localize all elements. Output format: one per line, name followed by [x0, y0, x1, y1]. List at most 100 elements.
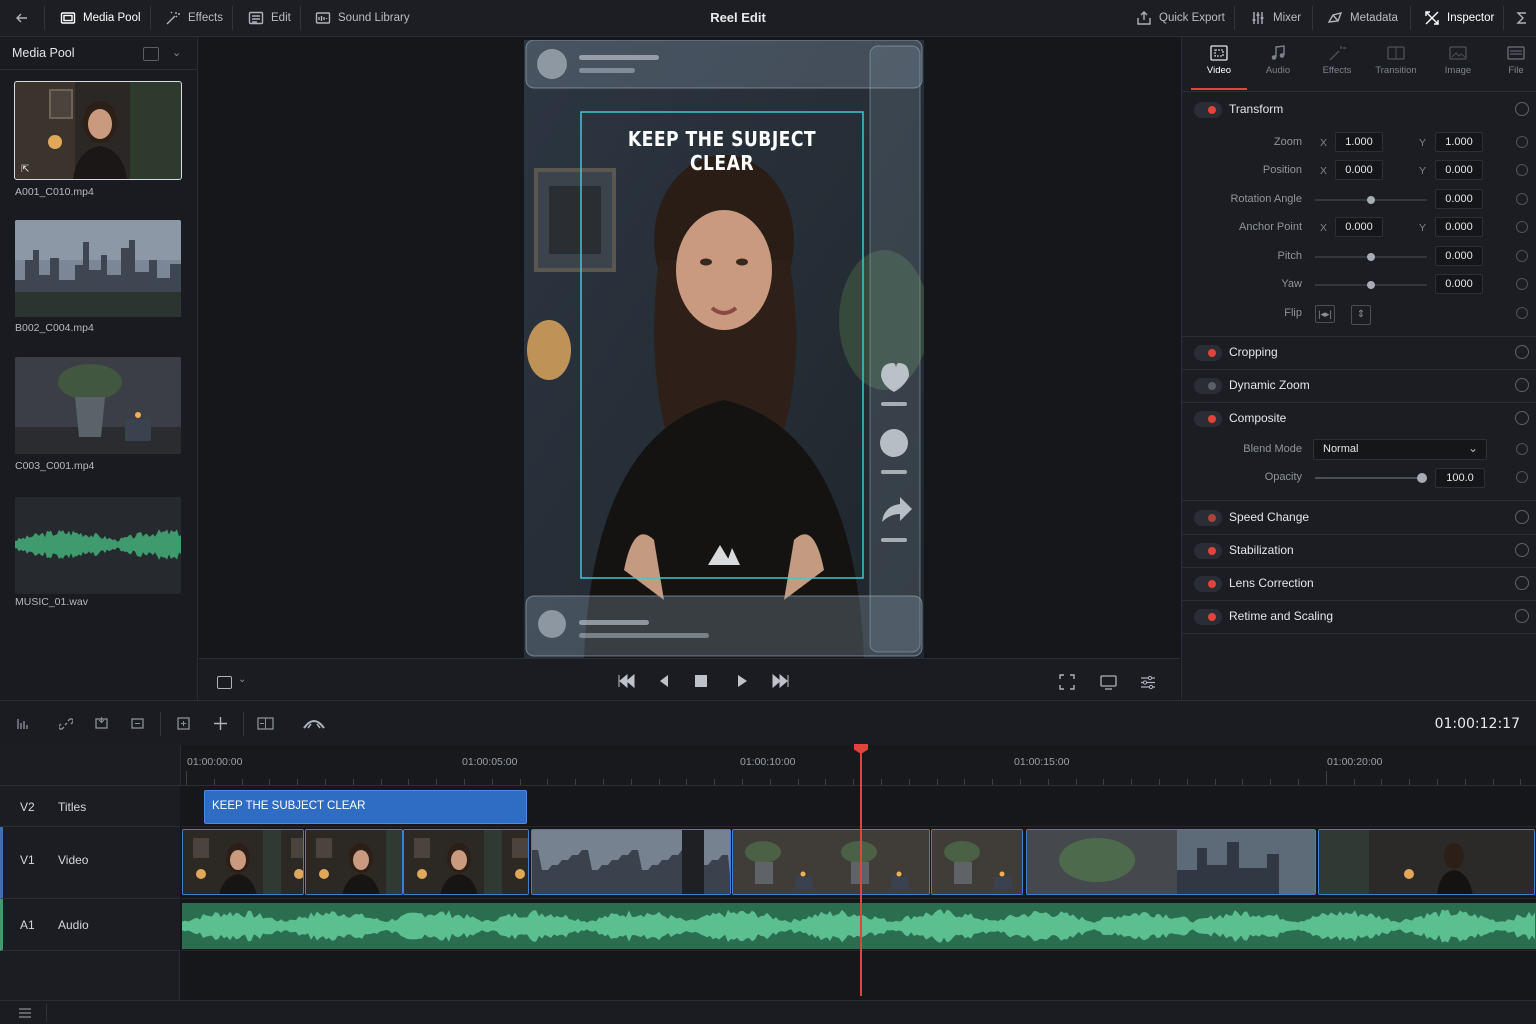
- reset-icon[interactable]: [1516, 193, 1528, 205]
- titles-lane[interactable]: KEEP THE SUBJECT CLEAR: [181, 786, 1536, 827]
- reset-icon[interactable]: [1516, 164, 1528, 176]
- stabilization-section[interactable]: Stabilization: [1182, 535, 1536, 568]
- tab-image[interactable]: Image: [1430, 45, 1486, 76]
- media-pool-button[interactable]: Media Pool: [60, 0, 141, 36]
- slider-knob[interactable]: [1417, 473, 1427, 483]
- reset-icon[interactable]: [1516, 250, 1528, 262]
- lens-correction-section[interactable]: Lens Correction: [1182, 568, 1536, 601]
- tab-transition[interactable]: Transition: [1368, 45, 1424, 76]
- sound-library-button[interactable]: Sound Library: [315, 0, 410, 36]
- video-clip[interactable]: [305, 829, 403, 895]
- stop-icon[interactable]: [694, 674, 708, 688]
- video-clip[interactable]: [403, 829, 529, 895]
- audio-clip-waveform[interactable]: [182, 903, 1536, 949]
- title-clip[interactable]: KEEP THE SUBJECT CLEAR: [204, 790, 527, 824]
- reset-icon[interactable]: [1516, 307, 1528, 319]
- speed-change-section[interactable]: Speed Change: [1182, 502, 1536, 535]
- tab-audio[interactable]: Audio: [1250, 45, 1306, 76]
- media-item-thumbnail[interactable]: [15, 220, 181, 317]
- snapping-icon[interactable]: [302, 716, 326, 731]
- reset-icon[interactable]: [1515, 378, 1529, 392]
- media-item-thumbnail[interactable]: ⇱: [14, 81, 182, 180]
- reset-icon[interactable]: [1516, 471, 1528, 483]
- edit-button[interactable]: Edit: [248, 0, 291, 36]
- flip-vertical-icon[interactable]: ⇕: [1351, 305, 1371, 325]
- tab-effects[interactable]: Effects: [1309, 45, 1365, 76]
- track-height-icon[interactable]: [16, 717, 30, 731]
- video-clip[interactable]: [531, 829, 731, 895]
- opacity-field[interactable]: 100.0: [1435, 468, 1485, 488]
- chevron-down-icon[interactable]: ⌄: [238, 674, 246, 685]
- zoom-x-field[interactable]: 1.000: [1335, 132, 1383, 152]
- insert-clip-icon[interactable]: [94, 716, 109, 731]
- view-options-icon[interactable]: [217, 676, 232, 689]
- track-header-v2[interactable]: V2 Titles: [0, 786, 180, 827]
- reset-icon[interactable]: [1515, 102, 1529, 116]
- settings-sliders-icon[interactable]: [1140, 675, 1156, 690]
- mixer-button[interactable]: Mixer: [1250, 0, 1301, 36]
- audio-lane[interactable]: [181, 899, 1536, 951]
- media-item-thumbnail[interactable]: [15, 357, 181, 454]
- reset-icon[interactable]: [1515, 609, 1529, 623]
- track-header-v1[interactable]: V1 Video: [0, 827, 180, 899]
- tab-file[interactable]: File: [1488, 45, 1536, 76]
- play-icon[interactable]: [735, 674, 749, 688]
- dynamic-zoom-section[interactable]: Dynamic Zoom: [1182, 370, 1536, 403]
- overwrite-clip-icon[interactable]: [130, 716, 145, 731]
- slider-knob[interactable]: [1367, 253, 1375, 261]
- link-icon[interactable]: [59, 717, 73, 731]
- anchor-x-field[interactable]: 0.000: [1335, 217, 1383, 237]
- fullscreen-icon[interactable]: [1059, 674, 1075, 690]
- step-back-icon[interactable]: [657, 674, 671, 688]
- transform-section-header[interactable]: Transform: [1182, 94, 1536, 127]
- quick-export-button[interactable]: Quick Export: [1136, 0, 1225, 36]
- reset-icon[interactable]: [1515, 543, 1529, 557]
- reset-icon[interactable]: [1516, 221, 1528, 233]
- reset-icon[interactable]: [1516, 443, 1528, 455]
- reset-icon[interactable]: [1515, 576, 1529, 590]
- list-icon[interactable]: [18, 1007, 32, 1019]
- blend-mode-select[interactable]: Normal ⌄: [1313, 439, 1487, 460]
- split-view-icon[interactable]: [257, 716, 274, 731]
- playhead[interactable]: [854, 744, 868, 996]
- tab-video[interactable]: Video: [1191, 45, 1247, 76]
- inspector-button[interactable]: Inspector: [1424, 0, 1494, 36]
- opacity-slider[interactable]: [1315, 473, 1427, 483]
- go-to-end-icon[interactable]: [770, 674, 790, 688]
- chevron-down-icon[interactable]: ⌄: [172, 46, 181, 59]
- rotation-slider[interactable]: [1315, 196, 1427, 204]
- go-to-start-icon[interactable]: [617, 674, 637, 688]
- flip-horizontal-icon[interactable]: |◂▸|: [1315, 305, 1335, 323]
- view-mode-icon[interactable]: [143, 47, 159, 61]
- video-clip[interactable]: [1026, 829, 1316, 895]
- back-button[interactable]: [14, 0, 30, 36]
- position-y-field[interactable]: 0.000: [1435, 160, 1483, 180]
- yaw-slider[interactable]: [1315, 281, 1427, 289]
- position-x-field[interactable]: 0.000: [1335, 160, 1383, 180]
- retime-scaling-section[interactable]: Retime and Scaling: [1182, 601, 1536, 634]
- video-clip[interactable]: [732, 829, 930, 895]
- reset-icon[interactable]: [1516, 136, 1528, 148]
- reset-icon[interactable]: [1515, 411, 1529, 425]
- effects-button[interactable]: Effects: [165, 0, 223, 36]
- reset-icon[interactable]: [1515, 510, 1529, 524]
- video-clip[interactable]: [931, 829, 1023, 895]
- marker-icon[interactable]: [176, 716, 191, 731]
- more-menu-button[interactable]: [1514, 0, 1530, 36]
- metadata-button[interactable]: Metadata: [1327, 0, 1398, 36]
- reset-icon[interactable]: [1515, 345, 1529, 359]
- reset-icon[interactable]: [1516, 278, 1528, 290]
- slider-knob[interactable]: [1367, 196, 1375, 204]
- pitch-slider[interactable]: [1315, 253, 1427, 261]
- slider-knob[interactable]: [1367, 281, 1375, 289]
- pitch-field[interactable]: 0.000: [1435, 246, 1483, 266]
- media-item-thumbnail[interactable]: [15, 497, 181, 594]
- monitor-icon[interactable]: [1100, 675, 1117, 690]
- anchor-y-field[interactable]: 0.000: [1435, 217, 1483, 237]
- zoom-y-field[interactable]: 1.000: [1435, 132, 1483, 152]
- composite-section[interactable]: Composite: [1182, 403, 1536, 436]
- yaw-field[interactable]: 0.000: [1435, 274, 1483, 294]
- video-clip[interactable]: [1318, 829, 1535, 895]
- rotation-field[interactable]: 0.000: [1435, 189, 1483, 209]
- track-header-a1[interactable]: A1 Audio: [0, 899, 180, 951]
